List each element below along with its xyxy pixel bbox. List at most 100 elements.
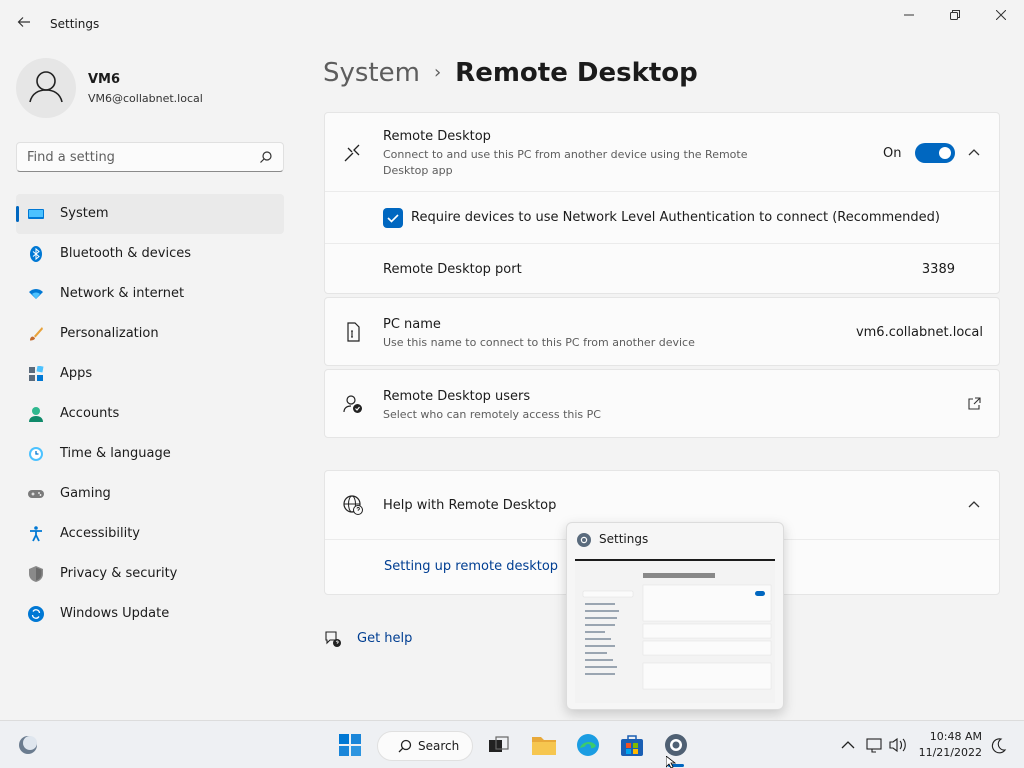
nla-checkbox[interactable] <box>383 208 403 228</box>
bluetooth-icon <box>30 246 42 262</box>
rd-users-description: Select who can remotely access this PC <box>383 408 601 421</box>
restore-icon <box>950 10 960 20</box>
sidebar-item-windows-update[interactable]: Windows Update <box>16 594 284 634</box>
widgets-button[interactable] <box>14 731 42 759</box>
user-check-icon <box>343 395 362 413</box>
divider <box>325 191 999 192</box>
sidebar-item-label: Accounts <box>60 406 120 421</box>
thumbnail-image <box>575 561 775 703</box>
settings-taskbar-button[interactable] <box>662 731 690 759</box>
weather-icon <box>19 736 37 754</box>
task-view-button[interactable] <box>484 731 512 759</box>
store-icon <box>621 735 643 756</box>
globe-help-icon <box>343 495 363 515</box>
profile-name: VM6 <box>88 72 121 87</box>
notifications-button[interactable] <box>986 731 1010 759</box>
search-placeholder: Find a setting <box>27 150 115 165</box>
get-help-link: Get help <box>357 631 413 646</box>
system-tray-network-volume[interactable] <box>864 731 908 759</box>
clock-globe-icon <box>29 447 43 461</box>
sidebar-item-personalization[interactable]: Personalization <box>16 314 284 354</box>
avatar <box>16 58 76 118</box>
port-value: 3389 <box>921 262 955 277</box>
remote-desktop-users-card[interactable]: Remote Desktop users Select who can remo… <box>324 369 1000 438</box>
arrow-left-icon <box>17 17 30 27</box>
sidebar-item-label: Privacy & security <box>60 566 178 581</box>
apps-icon <box>29 366 44 381</box>
user-profile[interactable]: VM6 VM6@collabnet.local <box>16 58 276 118</box>
person-icon <box>29 71 63 103</box>
page-title: Remote Desktop <box>455 58 698 88</box>
toggle-knob <box>939 147 951 159</box>
taskbar-search[interactable]: Search <box>377 731 473 761</box>
chevron-up-icon[interactable] <box>967 498 981 512</box>
remote-desktop-title: Remote Desktop <box>383 129 491 144</box>
sidebar-item-bluetooth[interactable]: Bluetooth & devices <box>16 234 284 274</box>
folder-icon <box>532 737 556 755</box>
monitor-icon <box>28 209 44 219</box>
search-icon <box>260 151 272 163</box>
remote-desktop-icon <box>344 144 360 162</box>
help-title: Help with Remote Desktop <box>383 498 557 513</box>
pc-name-title: PC name <box>383 317 441 332</box>
back-button[interactable] <box>14 14 34 34</box>
thumbnail-title: Settings <box>599 532 649 546</box>
settings-gear-icon <box>665 734 687 756</box>
task-view-icon <box>489 736 509 752</box>
search-input[interactable]: Find a setting <box>16 142 284 172</box>
clock-date: 11/21/2022 <box>918 746 982 759</box>
person-icon <box>29 407 43 422</box>
clock-time: 10:48 AM <box>929 730 982 743</box>
sidebar-item-label: Apps <box>60 366 93 381</box>
breadcrumb-parent[interactable]: System <box>323 58 420 88</box>
file-explorer-button[interactable] <box>530 731 558 759</box>
edge-button[interactable] <box>574 731 602 759</box>
taskbar-clock[interactable]: 10:48 AM 11/21/2022 <box>918 729 982 761</box>
setup-remote-desktop-link[interactable]: Setting up remote desktop <box>384 559 558 574</box>
show-hidden-icons-button[interactable] <box>838 731 858 759</box>
sidebar-item-label: System <box>60 206 109 221</box>
sidebar-item-label: Network & internet <box>60 286 185 301</box>
minimize-button[interactable] <box>886 6 932 28</box>
breadcrumb: System › Remote Desktop <box>323 58 698 94</box>
checkmark-icon <box>387 214 399 223</box>
chat-help-icon <box>325 631 341 647</box>
shield-icon <box>29 566 43 582</box>
microsoft-store-button[interactable] <box>618 731 646 759</box>
port-label: Remote Desktop port <box>383 262 522 277</box>
remote-desktop-card: Remote Desktop Connect to and use this P… <box>324 112 1000 294</box>
sidebar-item-label: Time & language <box>60 446 171 461</box>
thumbnail-window-preview <box>575 559 775 703</box>
sidebar-item-privacy-security[interactable]: Privacy & security <box>16 554 284 594</box>
sidebar-item-accounts[interactable]: Accounts <box>16 394 284 434</box>
chevron-up-icon[interactable] <box>967 146 981 160</box>
sidebar-item-label: Windows Update <box>60 606 170 621</box>
edge-browser-icon <box>577 734 599 756</box>
sidebar-item-accessibility[interactable]: Accessibility <box>16 514 284 554</box>
sidebar-item-apps[interactable]: Apps <box>16 354 284 394</box>
sidebar-item-time-language[interactable]: Time & language <box>16 434 284 474</box>
minimize-icon <box>904 14 914 16</box>
gamepad-icon <box>28 490 44 498</box>
restore-button[interactable] <box>932 6 978 28</box>
profile-email: VM6@collabnet.local <box>88 92 203 105</box>
taskbar-search-label: Search <box>418 739 460 753</box>
sidebar-item-system[interactable]: System <box>16 194 284 234</box>
sidebar-nav: System Bluetooth & devices Network & int… <box>16 194 284 634</box>
taskbar-thumbnail-preview[interactable]: Settings <box>566 522 784 710</box>
remote-desktop-description: Connect to and use this PC from another … <box>383 148 748 177</box>
sidebar-item-label: Bluetooth & devices <box>60 246 191 261</box>
breadcrumb-separator: › <box>433 62 442 83</box>
close-button[interactable] <box>978 6 1024 28</box>
app-title: Settings <box>50 17 100 31</box>
sidebar-item-label: Personalization <box>60 326 159 341</box>
network-volume-icon <box>866 737 906 753</box>
sidebar-item-gaming[interactable]: Gaming <box>16 474 284 514</box>
sidebar-item-network[interactable]: Network & internet <box>16 274 284 314</box>
accessibility-icon <box>30 526 42 542</box>
windows-logo-icon <box>339 734 361 756</box>
start-button[interactable] <box>336 731 364 759</box>
remote-desktop-toggle[interactable] <box>915 143 955 163</box>
open-external-icon[interactable] <box>967 397 981 411</box>
taskbar: Search 10:48 AM 11/21/2022 <box>0 720 1024 768</box>
